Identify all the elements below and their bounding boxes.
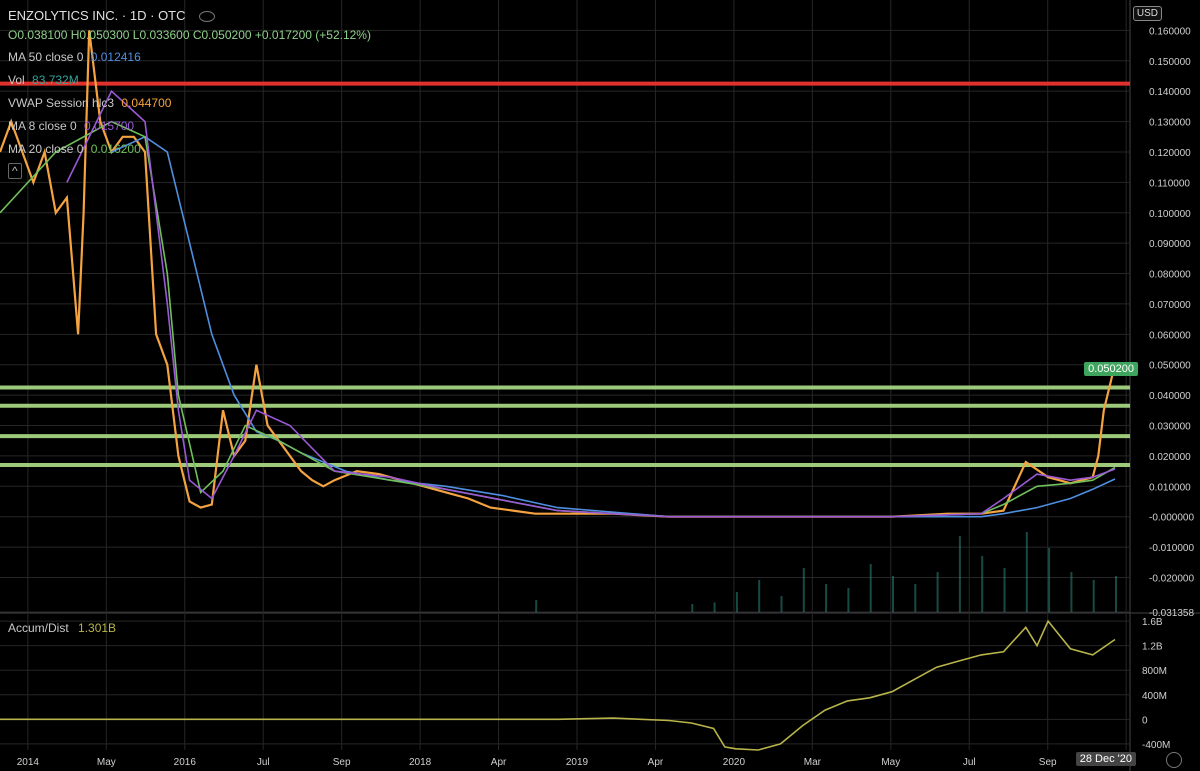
- x-tick-label: May: [881, 757, 900, 768]
- x-tick-label: Sep: [1039, 757, 1057, 768]
- ma50-line[interactable]: [111, 135, 1116, 518]
- ad-tick-label: -400M: [1142, 740, 1170, 751]
- y-tick-label: -0.010000: [1149, 543, 1194, 554]
- ohlc-readout: O0.038100 H0.050300 L0.033600 C0.050200 …: [8, 28, 371, 42]
- ad-tick-label: 1.6B: [1142, 617, 1163, 628]
- y-tick-label: 0.150000: [1149, 57, 1191, 68]
- symbol-name: ENZOLYTICS INC.: [8, 8, 119, 23]
- volume-bar: [1003, 568, 1006, 612]
- volume-bar: [936, 572, 939, 612]
- date-crosshair-tag: 28 Dec '20: [1075, 752, 1136, 766]
- y-tick-label: 0.080000: [1149, 270, 1191, 281]
- indicator-label: Accum/Dist: [8, 621, 69, 635]
- indicator-label: MA 20 close 0: [8, 142, 84, 156]
- volume-bar: [1070, 572, 1073, 612]
- volume-bar: [758, 580, 761, 612]
- x-tick-label: Jul: [963, 757, 976, 768]
- indicator-value: 0.012416: [90, 50, 141, 64]
- indicator-label: Vol: [8, 73, 25, 87]
- y-tick-label: 0.020000: [1149, 452, 1191, 463]
- volume-bar: [981, 556, 984, 612]
- last-price-tag: 0.050200: [1084, 362, 1138, 376]
- x-tick-label: 2019: [566, 757, 589, 768]
- indicator-label: MA 50 close 0: [8, 50, 84, 64]
- indicator-value: 0.015700: [84, 119, 135, 133]
- indicator-label: MA 8 close 0: [8, 119, 77, 133]
- volume-bar: [869, 564, 872, 612]
- indicator-value: 1.301B: [78, 621, 117, 635]
- x-tick-label: 2018: [409, 757, 432, 768]
- y-tick-label: -0.000000: [1149, 513, 1194, 524]
- volume-bar: [1092, 580, 1095, 612]
- volume-bar: [1115, 576, 1117, 612]
- ad-tick-label: 0: [1142, 715, 1148, 726]
- volume-bar: [735, 592, 738, 612]
- volume-bar: [1025, 532, 1028, 612]
- volume-bar: [1048, 548, 1051, 612]
- accum-dist-line[interactable]: [0, 619, 1116, 751]
- x-tick-label: 2020: [723, 757, 746, 768]
- x-tick-label: May: [97, 757, 116, 768]
- indicator-value: 0.044700: [121, 96, 172, 110]
- y-tick-label: 0.160000: [1149, 26, 1191, 37]
- ma20-line[interactable]: [0, 120, 1116, 518]
- chart-canvas[interactable]: 0.160000 0.150000 0.140000 0.130000 0.120000…: [0, 0, 1200, 771]
- currency-badge[interactable]: USD: [1132, 6, 1162, 21]
- volume-bar: [892, 576, 894, 612]
- volume-bar: [914, 584, 917, 612]
- ad-tick-label: 800M: [1142, 666, 1167, 677]
- y-tick-label: 0.090000: [1149, 239, 1191, 250]
- volume-bar: [802, 568, 805, 612]
- indicator-volume[interactable]: Vol 83.732M: [8, 73, 79, 87]
- indicator-accum-dist[interactable]: Accum/Dist 1.301B: [8, 621, 116, 635]
- indicator-value: 0.016200: [90, 142, 141, 156]
- volume-bar: [825, 584, 828, 612]
- collapse-legend-button[interactable]: ^: [8, 163, 22, 179]
- y-tick-label: 0.140000: [1149, 87, 1191, 98]
- eye-icon[interactable]: [199, 11, 216, 23]
- volume-bar: [691, 604, 694, 612]
- volume-bar: [847, 588, 850, 612]
- settings-gear-icon[interactable]: [1166, 752, 1182, 768]
- ad-tick-label: 400M: [1142, 691, 1167, 702]
- indicator-vwap[interactable]: VWAP Session hlc3 0.044700: [8, 96, 171, 110]
- y-tick-label: 0.010000: [1149, 482, 1191, 493]
- y-tick-label: 0.130000: [1149, 118, 1191, 129]
- indicator-value: 83.732M: [32, 73, 79, 87]
- ad-tick-label: 1.2B: [1142, 642, 1163, 653]
- y-tick-label: 0.040000: [1149, 391, 1191, 402]
- volume-bar: [780, 596, 783, 612]
- volume-bar: [958, 536, 961, 612]
- indicator-ma50[interactable]: MA 50 close 0 0.012416: [8, 50, 141, 64]
- indicator-label: VWAP Session hlc3: [8, 96, 115, 110]
- x-tick-label: Apr: [491, 757, 507, 768]
- y-tick-label: 0.050000: [1149, 361, 1191, 372]
- y-tick-label: 0.110000: [1149, 178, 1190, 189]
- indicator-ma20[interactable]: MA 20 close 0 0.016200: [8, 142, 141, 156]
- x-tick-label: 2016: [174, 757, 197, 768]
- y-tick-label: 0.060000: [1149, 330, 1191, 341]
- y-tick-label: -0.020000: [1149, 573, 1194, 584]
- x-tick-label: Mar: [804, 757, 822, 768]
- volume-bar: [535, 600, 538, 612]
- x-tick-label: Jul: [257, 757, 270, 768]
- y-tick-label: 0.100000: [1149, 209, 1191, 220]
- exchange-label: OTC: [158, 8, 186, 23]
- indicator-ma8[interactable]: MA 8 close 0 0.015700: [8, 119, 134, 133]
- volume-bar: [713, 602, 716, 612]
- y-tick-label: 0.070000: [1149, 300, 1191, 311]
- x-tick-label: Sep: [333, 757, 351, 768]
- y-tick-label: 0.030000: [1149, 422, 1191, 433]
- x-tick-label: 2014: [17, 757, 40, 768]
- x-tick-label: Apr: [648, 757, 664, 768]
- interval-label[interactable]: 1D: [130, 8, 147, 23]
- symbol-header: ENZOLYTICS INC. · 1D · OTC: [8, 8, 216, 23]
- y-tick-label: 0.120000: [1149, 148, 1191, 159]
